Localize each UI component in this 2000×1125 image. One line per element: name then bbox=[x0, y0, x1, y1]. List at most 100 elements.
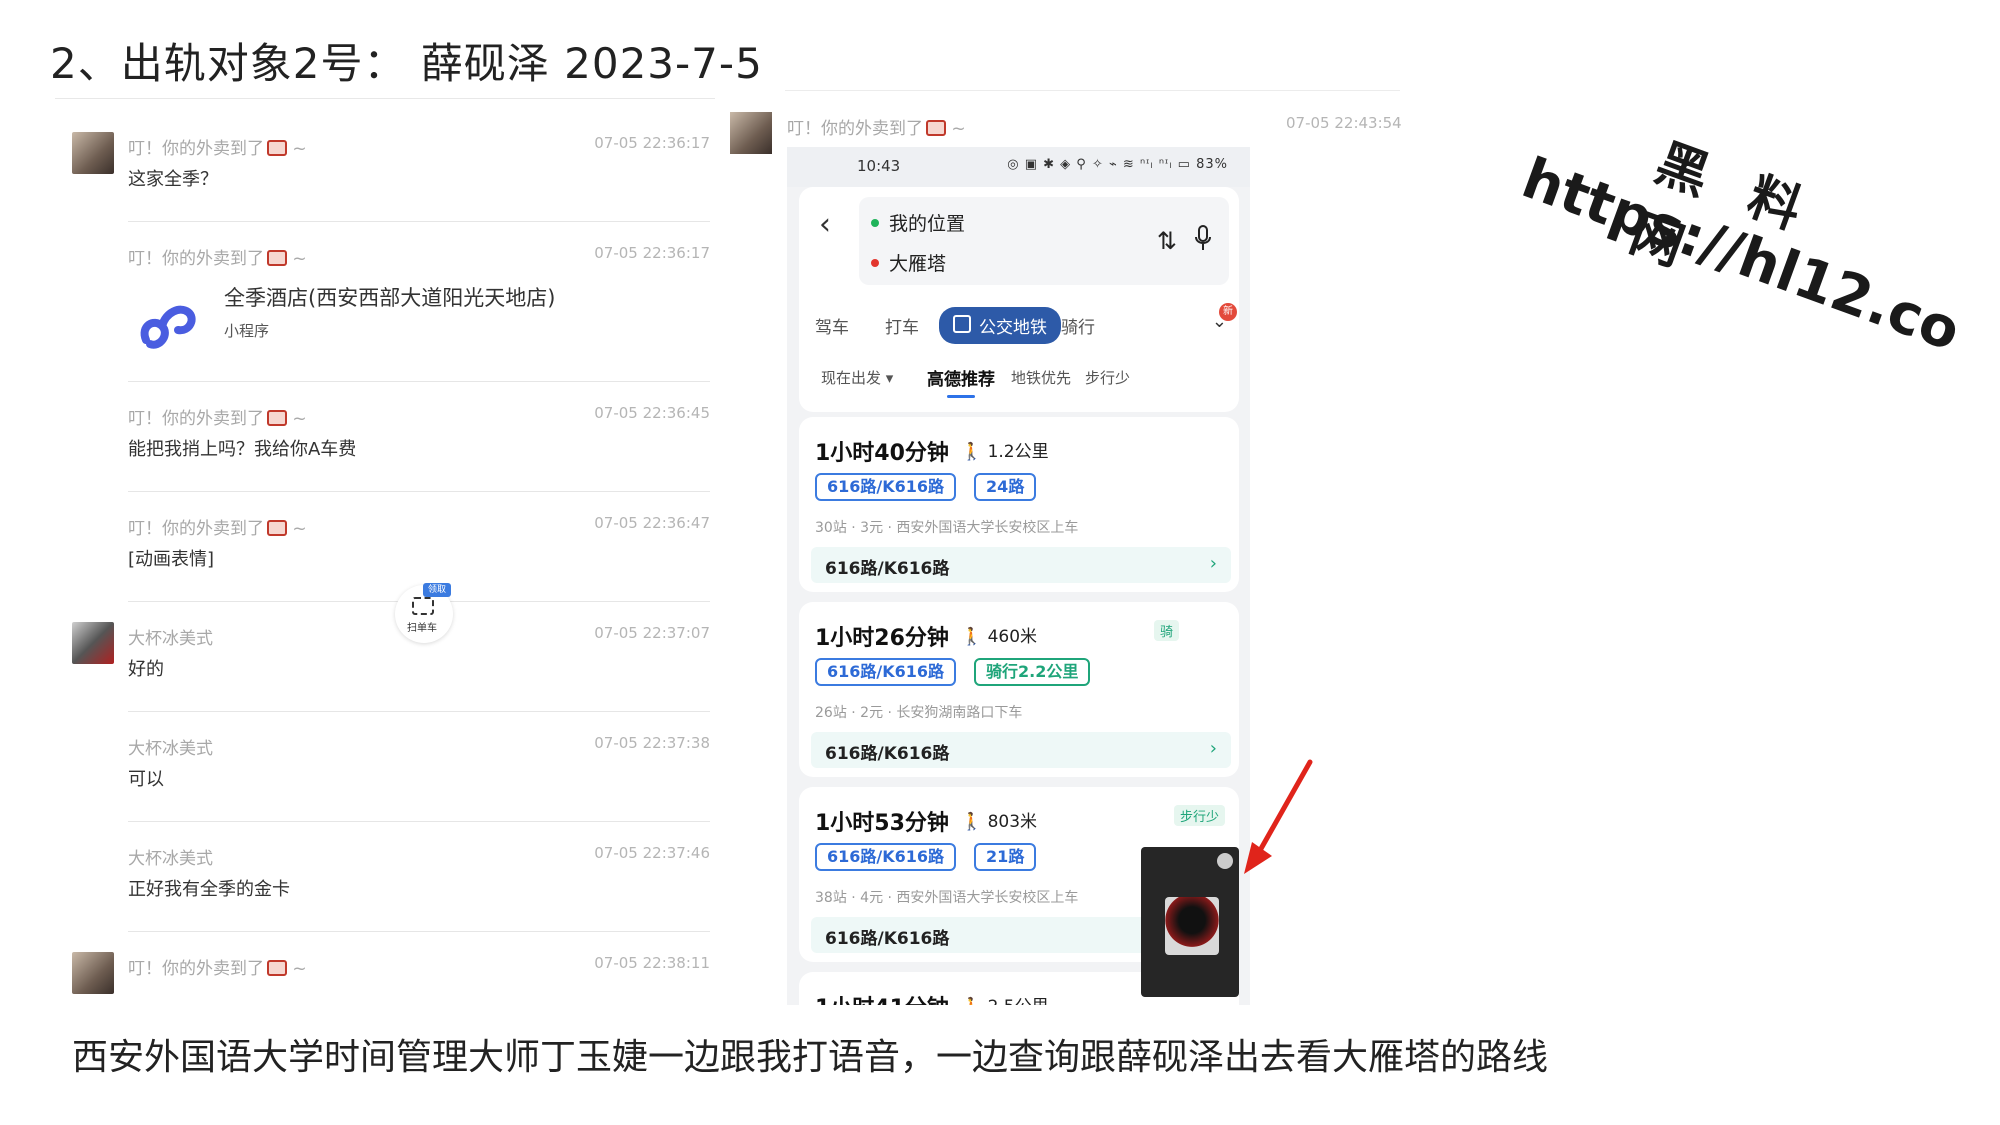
chevron-right-icon: › bbox=[1209, 738, 1217, 759]
walk-distance: 🚶 460米 bbox=[961, 627, 1038, 647]
takeaway-box-icon bbox=[267, 140, 287, 156]
sender-name: 大杯冰美式 bbox=[128, 849, 213, 869]
chat-message[interactable]: 叮！你的外卖到了 ~ 07-05 22:36:47 [动画表情] bbox=[70, 492, 710, 602]
message-time: 07-05 22:36:47 bbox=[594, 514, 710, 532]
chat-message[interactable]: 叮！你的外卖到了 ~ 07-05 22:38:11 bbox=[70, 932, 710, 994]
chat-message[interactable]: 大杯冰美式 07-05 22:37:38 可以 bbox=[70, 712, 710, 822]
chat-message[interactable]: 叮！你的外卖到了 ~ 07-05 22:36:17 全季酒店(西安西部大道阳光天… bbox=[70, 222, 710, 382]
chat-message[interactable]: 大杯冰美式 07-05 22:37:07 好的 bbox=[70, 602, 710, 712]
scan-icon bbox=[412, 597, 434, 615]
tab-subway-first[interactable]: 地铁优先 bbox=[1011, 367, 1071, 388]
message-text: 好的 bbox=[128, 659, 164, 680]
takeaway-box-icon bbox=[267, 410, 287, 426]
bus-line-chip: 21路 bbox=[974, 843, 1037, 871]
walk-distance: 🚶 803米 bbox=[961, 812, 1038, 832]
message-time: 07-05 22:43:54 bbox=[1286, 114, 1402, 132]
tab-recommended[interactable]: 高德推荐 bbox=[927, 365, 995, 398]
route-line-label: 616路/K616路 bbox=[825, 559, 950, 579]
tab-less-walking[interactable]: 步行少 bbox=[1085, 367, 1130, 388]
depart-now-dropdown[interactable]: 现在出发 ▾ bbox=[821, 367, 893, 388]
scan-badge: 领取 bbox=[423, 583, 451, 597]
message-time: 07-05 22:37:38 bbox=[594, 734, 710, 752]
message-time: 07-05 22:36:17 bbox=[594, 134, 710, 152]
chat-message[interactable]: 叮！你的外卖到了 ~ 07-05 22:36:17 这家全季？ bbox=[70, 112, 710, 222]
route-info: 30站 · 3元 · 西安外国语大学长安校区上车 bbox=[815, 520, 1079, 536]
microphone-icon[interactable] bbox=[1195, 225, 1211, 251]
mini-program-label: 小程序 bbox=[224, 322, 270, 340]
sender-name: 叮！你的外卖到了 ~ bbox=[128, 249, 307, 269]
origin-field[interactable]: 我的位置 bbox=[871, 209, 965, 236]
status-icons: ◎ ▣ ✱ ◈ ⚲ ✧ ⌁ ≋ ⁿᶦₗ ⁿᶦₗ ▭ 83% bbox=[1007, 157, 1228, 172]
route-card[interactable]: 1小时40分钟 🚶 1.2公里 616路/K616路 24路 30站 · 3元 ·… bbox=[799, 417, 1239, 592]
route-info: 26站 · 2元 · 长安狗湖南路口下车 bbox=[815, 705, 1023, 721]
scan-label: 扫单车 bbox=[407, 623, 437, 634]
bus-line-chip: 616路/K616路 bbox=[815, 658, 957, 686]
sender-name: 大杯冰美式 bbox=[128, 629, 213, 649]
sender-name: 大杯冰美式 bbox=[128, 739, 213, 759]
takeaway-box-icon bbox=[267, 250, 287, 266]
takeaway-box-icon bbox=[267, 960, 287, 976]
tab-taxi[interactable]: 打车 bbox=[885, 313, 919, 338]
walk-icon: 🚶 bbox=[961, 997, 982, 1005]
tab-bike[interactable]: 骑行 bbox=[1061, 313, 1095, 338]
route-tag: 骑 bbox=[1153, 620, 1179, 641]
mini-program-card[interactable]: 全季酒店(西安西部大道阳光天地店) 小程序 bbox=[128, 282, 648, 362]
chat-message[interactable]: 叮！你的外卖到了 ~ 07-05 22:36:45 能把我捎上吗？我给你A车费 bbox=[70, 382, 710, 492]
avatar[interactable] bbox=[72, 622, 114, 664]
walk-icon: 🚶 bbox=[961, 627, 983, 647]
route-line-bar[interactable]: 616路/K616路 › bbox=[811, 547, 1231, 583]
walk-distance: 🚶 1.2公里 bbox=[961, 442, 1049, 462]
route-line-label: 616路/K616路 bbox=[825, 929, 950, 949]
route-info: 38站 · 4元 · 西安外国语大学长安校区上车 bbox=[815, 890, 1079, 906]
back-arrow-icon[interactable]: ‹ bbox=[819, 205, 849, 245]
tab-drive[interactable]: 驾车 bbox=[815, 313, 849, 338]
bike-chip: 骑行2.2公里 bbox=[974, 658, 1091, 686]
sort-tabs: 现在出发 ▾ 高德推荐 地铁优先 步行少 bbox=[799, 365, 1239, 405]
route-card[interactable]: 1小时26分钟 🚶 460米 骑 616路/K616路 骑行2.2公里 26站 ·… bbox=[799, 602, 1239, 777]
page-title: 2、出轨对象2号： 薛砚泽 2023-7-5 bbox=[50, 39, 763, 88]
message-time: 07-05 22:36:45 bbox=[594, 404, 710, 422]
message-time: 07-05 22:38:11 bbox=[594, 954, 710, 972]
route-chips: 616路/K616路 21路 bbox=[815, 843, 1054, 873]
voice-call-float-window[interactable] bbox=[1141, 847, 1239, 997]
swap-icon[interactable]: ⇅ bbox=[1157, 227, 1177, 255]
avatar[interactable] bbox=[72, 952, 114, 994]
route-duration: 1小时41分钟 bbox=[815, 990, 949, 1005]
route-line-label: 616路/K616路 bbox=[825, 744, 950, 764]
chat-message[interactable]: 大杯冰美式 07-05 22:37:46 正好我有全季的金卡 bbox=[70, 822, 710, 932]
walk-distance: 🚶 2.5公里 bbox=[961, 992, 1049, 1005]
takeaway-box-icon bbox=[267, 520, 287, 536]
sender-name: 叮！你的外卖到了 ~ bbox=[128, 519, 307, 539]
route-duration: 1小时40分钟 bbox=[815, 441, 949, 466]
message-text: 可以 bbox=[128, 769, 164, 790]
message-text: 正好我有全季的金卡 bbox=[128, 879, 290, 900]
route-duration: 1小时26分钟 bbox=[815, 626, 949, 651]
route-tag: 步行少 bbox=[1173, 805, 1225, 826]
avatar[interactable] bbox=[730, 112, 772, 154]
origin-dot-icon bbox=[871, 219, 879, 227]
bus-line-chip: 616路/K616路 bbox=[815, 843, 957, 871]
status-bar: 10:43 ◎ ▣ ✱ ◈ ⚲ ✧ ⌁ ≋ ⁿᶦₗ ⁿᶦₗ ▭ 83% bbox=[787, 147, 1250, 187]
destination-field[interactable]: 大雁塔 bbox=[871, 249, 946, 276]
caption: 西安外国语大学时间管理大师丁玉婕一边跟我打语音，一边查询跟薛砚泽出去看大雁塔的路… bbox=[72, 1037, 1549, 1078]
sender-name: 叮！你的外卖到了 ~ bbox=[787, 119, 966, 139]
scan-bike-button[interactable]: 领取 扫单车 bbox=[395, 583, 453, 643]
bus-icon bbox=[953, 315, 971, 333]
bus-line-chip: 24路 bbox=[974, 473, 1037, 501]
tab-bus-subway[interactable]: 公交地铁 bbox=[939, 307, 1061, 344]
message-text: 这家全季？ bbox=[128, 169, 218, 190]
transport-mode-tabs: 驾车 打车 公交地铁 骑行 ⌄ 新 bbox=[799, 303, 1239, 347]
bus-line-chip: 616路/K616路 bbox=[815, 473, 957, 501]
route-line-bar[interactable]: 616路/K616路 › bbox=[811, 732, 1231, 768]
avatar[interactable] bbox=[72, 132, 114, 174]
message-time: 07-05 22:37:46 bbox=[594, 844, 710, 862]
title-divider bbox=[55, 98, 715, 99]
message-time: 07-05 22:37:07 bbox=[594, 624, 710, 642]
new-badge: 新 bbox=[1219, 303, 1237, 321]
destination-dot-icon bbox=[871, 259, 879, 267]
chevron-right-icon: › bbox=[1209, 553, 1217, 574]
route-search-card: ‹ 我的位置 大雁塔 ⇅ 驾车 打车 公交地铁 骑行 ⌄ 新 现在出发 ▾ 高德… bbox=[799, 187, 1239, 412]
location-box: 我的位置 大雁塔 ⇅ bbox=[859, 197, 1229, 285]
mini-program-icon bbox=[140, 305, 196, 349]
message-text: [动画表情] bbox=[128, 549, 215, 570]
